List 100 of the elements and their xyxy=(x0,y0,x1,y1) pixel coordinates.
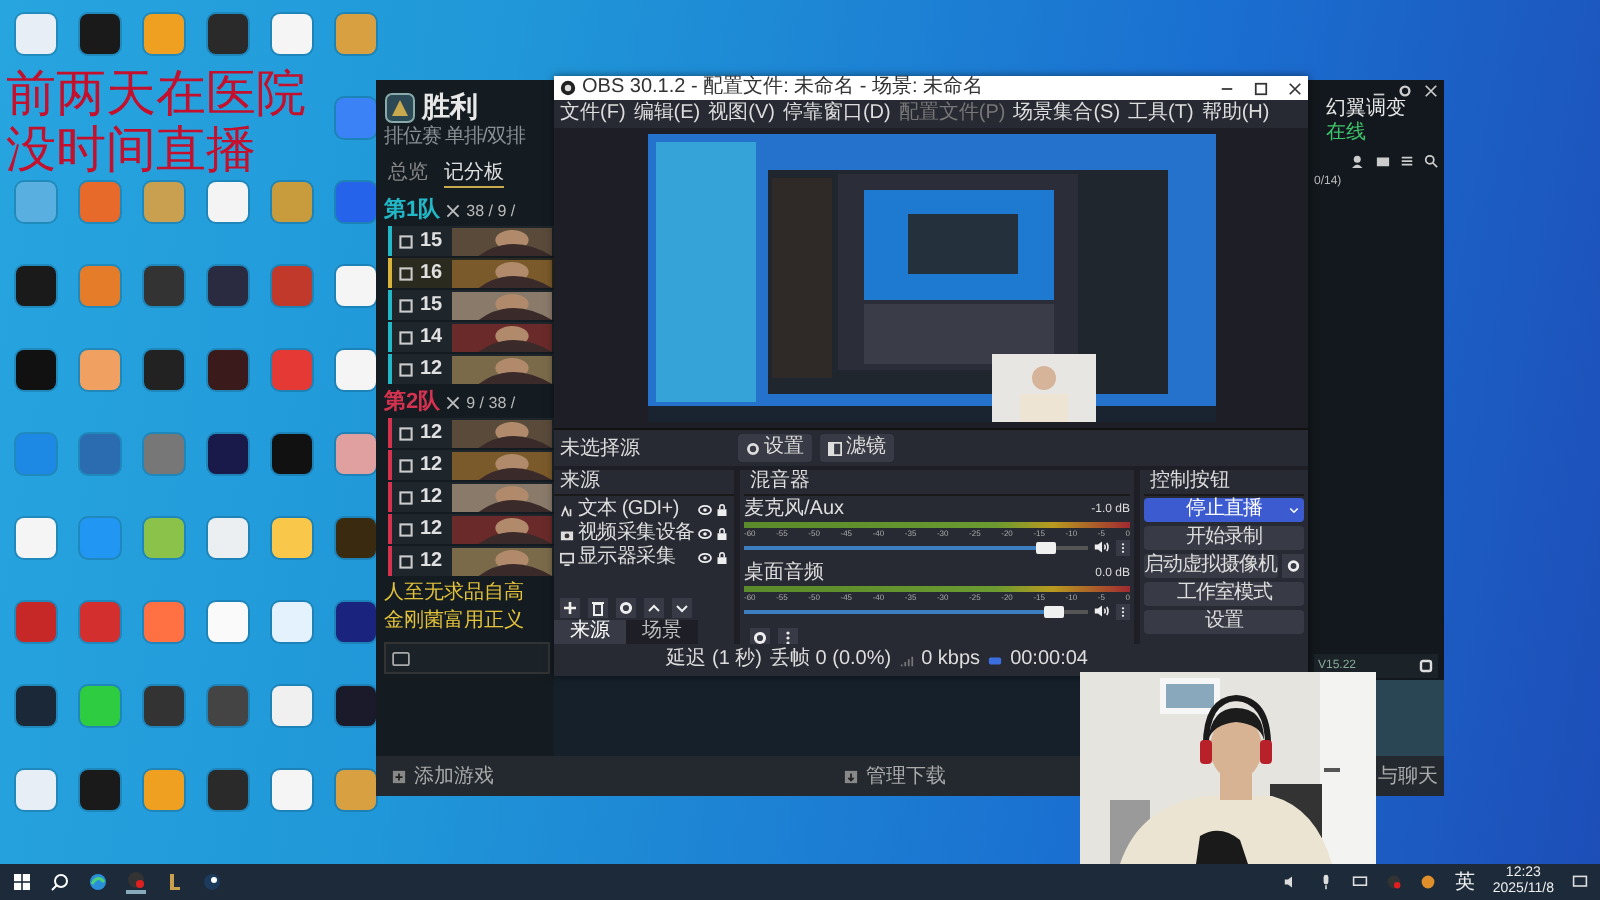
shortcut-icon[interactable] xyxy=(336,350,376,390)
more-icon[interactable] xyxy=(1116,539,1130,555)
trash-icon[interactable] xyxy=(588,598,608,618)
shortcut-icon[interactable] xyxy=(16,770,56,810)
shortcut-icon[interactable] xyxy=(336,686,376,726)
shortcut-icon[interactable] xyxy=(208,266,248,306)
player-row[interactable]: 15 xyxy=(388,226,554,256)
control-button[interactable]: 设置 xyxy=(1144,610,1304,634)
stop-streaming-button[interactable]: 停止直播 xyxy=(1144,498,1304,522)
recorder-icon[interactable] xyxy=(1386,874,1403,890)
shortcut-icon[interactable] xyxy=(208,770,248,810)
eye-icon[interactable] xyxy=(698,528,713,540)
shortcut-icon[interactable] xyxy=(336,518,376,558)
lock-icon[interactable] xyxy=(716,528,729,540)
player-row[interactable]: 14 xyxy=(388,322,554,352)
shortcut-icon[interactable] xyxy=(208,350,248,390)
shortcut-icon[interactable] xyxy=(272,686,312,726)
chat-message: 金刚菌富用正义 xyxy=(384,610,526,634)
down-icon[interactable] xyxy=(672,598,692,618)
shortcut-icon[interactable] xyxy=(16,518,56,558)
shortcut-icon[interactable] xyxy=(208,686,248,726)
shortcut-icon[interactable] xyxy=(16,14,56,54)
add-icon[interactable] xyxy=(560,598,580,618)
shortcut-icon[interactable] xyxy=(144,686,184,726)
menu-item[interactable]: 视图(V) xyxy=(708,102,775,126)
status-text: 延迟 (1 秒) xyxy=(666,648,763,672)
lock-icon[interactable] xyxy=(716,504,728,516)
search-icon[interactable] xyxy=(1424,154,1438,168)
up-icon[interactable] xyxy=(644,598,664,618)
control-button[interactable]: 启动虚拟摄像机 xyxy=(1144,554,1277,578)
add-game-button[interactable]: 添加游戏 xyxy=(392,762,494,790)
input-language[interactable]: 英 xyxy=(1454,868,1475,896)
recorder-icon[interactable] xyxy=(126,870,146,894)
menu-item[interactable]: 文件(F) xyxy=(560,102,626,126)
champion-level: 14 xyxy=(420,326,443,348)
game-launcher-icon[interactable] xyxy=(164,872,184,892)
steam-icon[interactable] xyxy=(202,872,222,892)
tab[interactable]: 总览 xyxy=(388,162,428,188)
player-row[interactable]: 12 xyxy=(388,546,554,576)
player-row[interactable]: 12 xyxy=(388,514,554,544)
champion-level: 15 xyxy=(420,230,443,252)
tab[interactable]: 记分板 xyxy=(444,162,504,188)
shortcut-icon[interactable] xyxy=(80,770,120,810)
menu-item[interactable]: 工具(T) xyxy=(1128,102,1194,126)
menu-item[interactable]: 场景集合(S) xyxy=(1013,102,1121,126)
tab[interactable]: 场景 xyxy=(626,620,698,644)
tab[interactable]: 来源 xyxy=(554,620,626,644)
more-icon[interactable] xyxy=(1116,603,1130,619)
player-row[interactable]: 12 xyxy=(388,418,554,448)
source-item[interactable]: 显示器采集 xyxy=(554,546,734,570)
dock-title: 控制按钮 xyxy=(1144,470,1304,496)
shortcut-icon[interactable] xyxy=(144,350,184,390)
downloads-button[interactable]: 管理下载 xyxy=(844,762,946,790)
chat-input-field[interactable] xyxy=(384,642,550,674)
shortcut-icon[interactable] xyxy=(272,434,312,474)
filters-button[interactable]: 滤镜 xyxy=(820,434,894,462)
shortcut-icon[interactable] xyxy=(272,14,312,54)
maximize-icon[interactable] xyxy=(1254,81,1268,95)
lock-icon[interactable] xyxy=(716,552,728,564)
shortcut-icon[interactable] xyxy=(16,266,56,306)
eye-icon[interactable] xyxy=(698,504,712,516)
shortcut-icon[interactable] xyxy=(208,518,248,558)
menu-item[interactable]: 编辑(E) xyxy=(633,102,701,126)
properties-button[interactable]: 设置 xyxy=(738,434,812,462)
shortcut-icon[interactable] xyxy=(16,686,56,726)
search-icon[interactable] xyxy=(50,872,70,892)
control-button[interactable]: 工作室模式 xyxy=(1144,582,1304,606)
speaker-icon[interactable] xyxy=(1094,540,1110,554)
shortcut-icon[interactable] xyxy=(144,266,184,306)
player-row[interactable]: 15 xyxy=(388,290,554,320)
list-icon[interactable] xyxy=(1400,154,1414,168)
shortcut-icon[interactable] xyxy=(272,602,312,642)
menu-item[interactable]: 帮助(H) xyxy=(1201,102,1270,126)
chat-button[interactable]: 与聊天 xyxy=(1378,762,1438,790)
eye-icon[interactable] xyxy=(698,552,712,564)
browser-icon[interactable] xyxy=(88,872,108,892)
app-tray-icon[interactable] xyxy=(1420,874,1437,890)
player-row[interactable]: 16 xyxy=(388,258,554,288)
shortcut-icon[interactable] xyxy=(80,14,120,54)
add-friend-icon[interactable] xyxy=(1352,154,1366,168)
shortcut-icon[interactable] xyxy=(272,518,312,558)
source-item[interactable]: 视频采集设备 xyxy=(554,522,734,546)
shortcut-icon[interactable] xyxy=(336,602,376,642)
menu-item[interactable]: 停靠窗口(D) xyxy=(782,102,891,126)
settings-icon[interactable] xyxy=(1398,84,1412,98)
shortcut-icon[interactable] xyxy=(272,770,312,810)
close-icon[interactable] xyxy=(1288,81,1302,95)
player-row[interactable]: 12 xyxy=(388,482,554,512)
control-button[interactable]: 开始录制 xyxy=(1144,526,1304,550)
shortcut-icon[interactable] xyxy=(208,14,248,54)
player-row[interactable]: 12 xyxy=(388,450,554,480)
speaker-icon[interactable] xyxy=(1094,604,1110,618)
shortcut-icon[interactable] xyxy=(336,266,376,306)
shortcut-icon[interactable] xyxy=(208,434,248,474)
shortcut-icon[interactable] xyxy=(208,602,248,642)
player-row[interactable]: 12 xyxy=(388,354,554,384)
source-item[interactable]: 文本 (GDI+) xyxy=(554,498,734,522)
shortcut-icon[interactable] xyxy=(208,182,248,222)
windows-logo-icon[interactable] xyxy=(12,872,32,892)
shortcut-icon[interactable] xyxy=(16,350,56,390)
